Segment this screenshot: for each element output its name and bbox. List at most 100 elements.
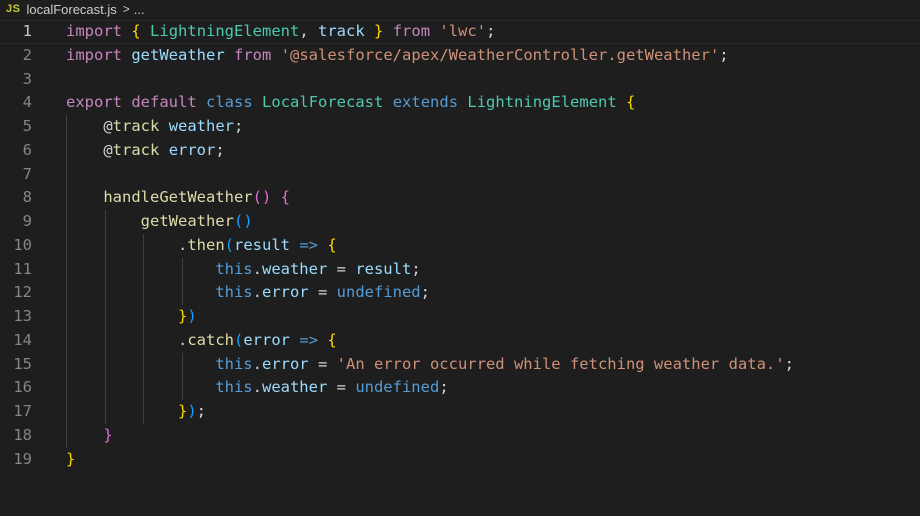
code-token: @ <box>66 140 113 159</box>
line-number[interactable]: 9 <box>0 210 32 234</box>
code-text[interactable]: }); <box>66 400 206 424</box>
code-line[interactable]: 3 <box>0 68 920 92</box>
code-token: catch <box>187 330 234 349</box>
code-line[interactable]: 10 .then(result => { <box>0 233 920 258</box>
code-line[interactable]: 8 handleGetWeather() { <box>0 186 920 210</box>
breadcrumb-symbol-trail[interactable]: ... <box>134 2 145 17</box>
line-number[interactable]: 10 <box>0 234 32 258</box>
code-text[interactable]: this.weather = undefined; <box>66 376 449 400</box>
code-text[interactable]: .then(result => { <box>66 234 337 258</box>
code-text[interactable]: .catch(error => { <box>66 329 337 353</box>
code-area[interactable]: 1 import { LightningElement, track } from… <box>0 20 920 471</box>
code-text[interactable]: @track weather; <box>66 115 243 139</box>
code-token: { <box>327 330 337 349</box>
code-line[interactable]: 12 this.error = undefined; <box>0 281 920 305</box>
code-text[interactable]: }) <box>66 305 197 329</box>
code-text[interactable]: this.error = undefined; <box>66 281 430 305</box>
line-number[interactable]: 12 <box>0 281 32 305</box>
code-line[interactable]: 18 } <box>0 423 920 448</box>
line-number[interactable]: 11 <box>0 258 32 282</box>
code-token: @ <box>66 117 113 135</box>
line-number[interactable]: 17 <box>0 400 32 424</box>
line-number[interactable]: 15 <box>0 353 32 377</box>
code-token: weather <box>168 117 235 135</box>
line-number[interactable]: 6 <box>0 139 32 163</box>
line-number[interactable]: 1 <box>0 20 32 44</box>
code-text[interactable]: import { LightningElement, track } from … <box>66 20 495 44</box>
line-number[interactable]: 19 <box>0 448 32 472</box>
code-text[interactable]: } <box>66 424 112 448</box>
code-token: ; <box>439 378 449 397</box>
line-number[interactable]: 13 <box>0 305 32 329</box>
line-number[interactable]: 14 <box>0 329 32 353</box>
code-line[interactable]: 1 import { LightningElement, track } from… <box>0 20 920 44</box>
code-token: this <box>215 283 253 302</box>
code-line[interactable]: 2 import getWeather from '@salesforce/ape… <box>0 44 920 68</box>
code-token: => <box>299 330 319 349</box>
code-line[interactable]: 16 this.weather = undefined; <box>0 376 920 400</box>
code-line[interactable]: 6 @track error; <box>0 138 920 163</box>
code-text[interactable]: @track error; <box>66 139 224 163</box>
line-number[interactable]: 5 <box>0 115 32 139</box>
code-token: ( <box>234 330 244 349</box>
code-token: undefined <box>355 378 440 397</box>
line-number[interactable]: 2 <box>0 44 32 68</box>
code-line[interactable]: 7 <box>0 162 920 187</box>
code-token: 'lwc' <box>439 22 487 40</box>
code-editor[interactable]: JS localForecast.js > ... 1 import { Ligh… <box>0 0 920 516</box>
code-token: result <box>355 259 412 278</box>
chevron-right-icon: > <box>122 2 130 16</box>
code-token: ; <box>486 22 496 40</box>
code-text[interactable]: export default class LocalForecast exten… <box>66 91 635 115</box>
code-line[interactable]: 14 .catch(error => { <box>0 328 920 353</box>
code-line[interactable]: 4 export default class LocalForecast exte… <box>0 91 920 115</box>
code-token: LocalForecast <box>262 93 384 112</box>
code-text[interactable]: this.error = 'An error occurred while fe… <box>66 353 794 377</box>
code-text[interactable]: } <box>66 448 75 472</box>
code-token: ; <box>420 283 430 302</box>
code-line[interactable]: 5 @track weather; <box>0 115 920 139</box>
line-number[interactable]: 3 <box>0 68 32 92</box>
code-line[interactable]: 19} <box>0 448 920 472</box>
code-text[interactable]: handleGetWeather() { <box>66 186 290 210</box>
code-text[interactable]: getWeather() <box>66 210 253 234</box>
line-number[interactable]: 7 <box>0 163 32 187</box>
line-number[interactable]: 8 <box>0 186 32 210</box>
code-line[interactable]: 9 getWeather() <box>0 210 920 234</box>
code-line[interactable]: 15 this.error = 'An error occurred while… <box>0 352 920 377</box>
code-token: . <box>66 235 188 254</box>
code-token: weather <box>261 378 328 397</box>
breadcrumb-file-name[interactable]: localForecast.js <box>26 2 116 17</box>
code-line[interactable]: 17 }); <box>0 400 920 424</box>
code-token: ; <box>719 45 729 64</box>
code-token: import <box>66 45 122 64</box>
line-number[interactable]: 18 <box>0 424 32 448</box>
code-line[interactable]: 13 }) <box>0 305 920 329</box>
code-token: result <box>234 235 290 254</box>
code-line[interactable]: 11 this.weather = result; <box>0 257 920 282</box>
code-token: . <box>252 354 262 373</box>
line-number[interactable]: 16 <box>0 376 32 400</box>
code-token: ; <box>784 354 794 373</box>
line-number[interactable]: 4 <box>0 91 32 115</box>
code-token: then <box>187 235 225 254</box>
code-token: ) <box>187 402 197 420</box>
code-text[interactable]: import getWeather from '@salesforce/apex… <box>66 44 729 68</box>
code-text[interactable]: this.weather = result; <box>66 258 420 282</box>
code-token: LightningElement <box>467 93 617 112</box>
code-token: = <box>308 283 337 302</box>
